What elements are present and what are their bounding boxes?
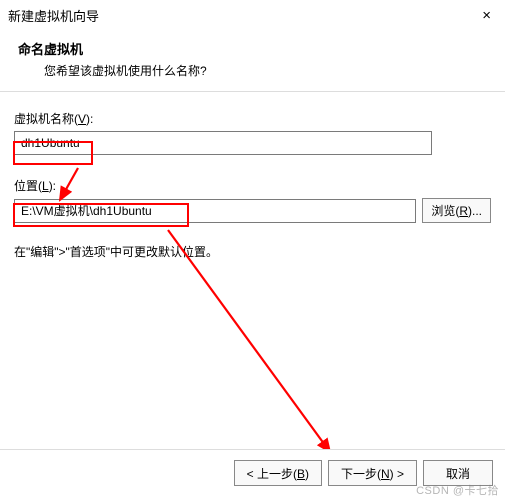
page-title: 命名虚拟机 xyxy=(18,39,495,58)
close-icon[interactable]: × xyxy=(478,7,495,24)
vm-name-label: 虚拟机名称(V): xyxy=(14,110,491,127)
default-location-hint: 在"编辑">"首选项"中可更改默认位置。 xyxy=(14,243,491,260)
next-button[interactable]: 下一步(N) > xyxy=(328,460,417,486)
wizard-body: 虚拟机名称(V): 位置(L): 浏览(R)... 在"编辑">"首选项"中可更… xyxy=(0,92,505,260)
vm-name-input[interactable] xyxy=(14,131,432,155)
wizard-header: 命名虚拟机 您希望该虚拟机使用什么名称? xyxy=(0,31,505,92)
window-title: 新建虚拟机向导 xyxy=(8,6,99,25)
cancel-button[interactable]: 取消 xyxy=(423,460,493,486)
location-label: 位置(L): xyxy=(14,177,491,194)
back-button[interactable]: < 上一步(B) xyxy=(234,460,322,486)
page-subtitle: 您希望该虚拟机使用什么名称? xyxy=(44,62,495,79)
browse-button[interactable]: 浏览(R)... xyxy=(422,198,491,223)
titlebar: 新建虚拟机向导 × xyxy=(0,0,505,31)
location-input[interactable] xyxy=(14,199,416,223)
wizard-footer: < 上一步(B) 下一步(N) > 取消 xyxy=(0,449,505,500)
